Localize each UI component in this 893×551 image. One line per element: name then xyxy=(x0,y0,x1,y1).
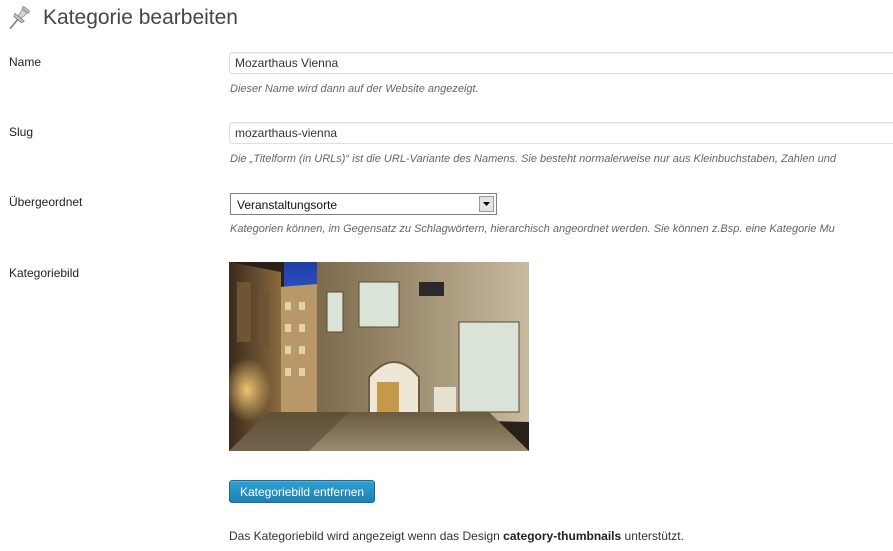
slug-description: Die „Titelform (in URLs)“ ist die URL-Va… xyxy=(230,153,836,165)
slug-label: Slug xyxy=(9,125,34,139)
parent-select[interactable]: Veranstaltungsorte xyxy=(230,193,497,215)
name-label: Name xyxy=(9,55,42,69)
page-title: Kategorie bearbeiten xyxy=(43,6,238,29)
theme-feature-name: category-thumbnails xyxy=(503,529,622,543)
parent-label: Übergeordnet xyxy=(9,195,83,209)
parent-description: Kategorien können, im Gegensatz zu Schla… xyxy=(230,223,835,235)
remove-category-image-button[interactable]: Kategoriebild entfernen xyxy=(229,480,376,503)
chevron-down-icon[interactable] xyxy=(479,196,494,212)
page-header: Kategorie bearbeiten xyxy=(0,0,893,40)
slug-input[interactable] xyxy=(229,122,893,144)
parent-select-value: Veranstaltungsorte xyxy=(237,198,338,212)
theme-support-note: Das Kategoriebild wird angezeigt wenn da… xyxy=(229,529,684,543)
pin-icon xyxy=(9,6,30,30)
category-image xyxy=(229,262,529,451)
name-input[interactable] xyxy=(229,52,893,74)
name-description: Dieser Name wird dann auf der Website an… xyxy=(230,83,479,95)
category-image-label: Kategoriebild xyxy=(9,266,80,280)
